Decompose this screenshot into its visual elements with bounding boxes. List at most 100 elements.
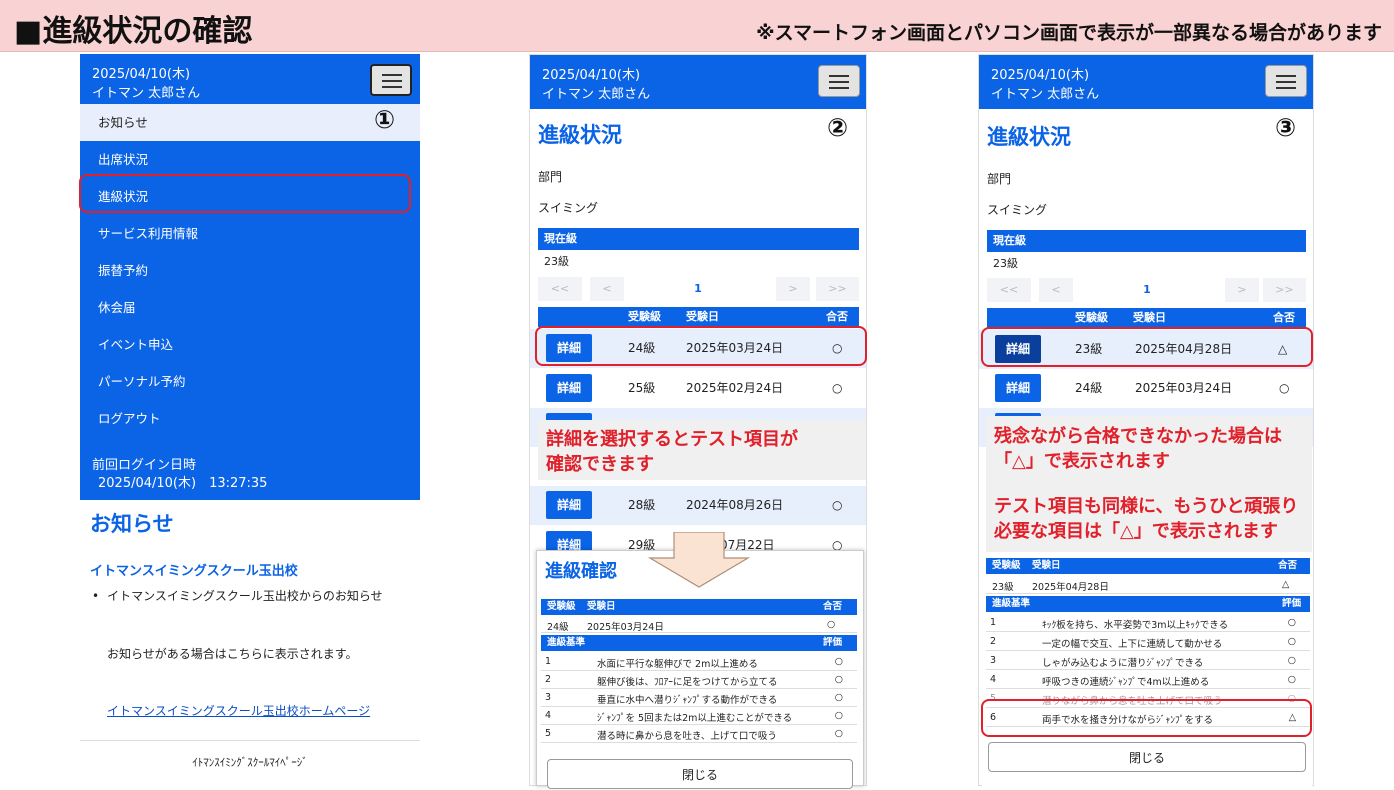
menu-button[interactable] [818, 65, 860, 97]
nav-item-transfer[interactable]: 振替予約 [80, 252, 420, 289]
col-date: 受験日 [686, 310, 719, 323]
criteria-no: 4 [990, 674, 997, 685]
pager-current[interactable]: 1 [1127, 278, 1167, 302]
criteria-eval: ○ [1287, 655, 1296, 666]
pager-first[interactable]: << [538, 277, 582, 301]
table-header: 受験級 受験日 合否 [987, 308, 1306, 328]
news-section: お知らせ イトマンスイミングスクール玉出校 • イトマンスイミングスクール玉出校か… [80, 500, 420, 786]
pager-next[interactable]: > [776, 277, 810, 301]
callout-line: 必要な項目は「△」で表示されます [994, 521, 1278, 542]
criteria-eval: ○ [1287, 674, 1296, 685]
step-badge: ③ [1275, 113, 1297, 142]
pager-next[interactable]: > [1225, 278, 1259, 302]
nav-label: ログアウト [98, 411, 161, 426]
modal-result: △ [1282, 579, 1290, 590]
highlight-progress-nav [79, 174, 411, 213]
header-date: 2025/04/10(木) [542, 68, 641, 83]
row-date: 2025年03月24日 [1135, 381, 1233, 395]
criteria-text: 垂直に水中へ潜りｼﾞｬﾝﾌﾟする動作ができる [597, 695, 778, 706]
step-badge: ② [827, 113, 849, 142]
current-level-value: 23級 [993, 257, 1018, 270]
row-level: 24級 [1075, 381, 1103, 395]
menu-button[interactable] [370, 64, 412, 96]
criteria-row: 2 躯伸び後は、ﾌﾛｱｰに足をつけてから立てる ○ [541, 671, 857, 689]
nav-label: 休会届 [98, 300, 136, 315]
nav-item-event[interactable]: イベント申込 [80, 326, 420, 363]
school-name: イトマンスイミングスクール玉出校 [90, 564, 298, 579]
col-result: 合否 [826, 310, 848, 323]
close-button[interactable]: 閉じる [547, 759, 853, 789]
page-title: ■進級状況の確認 [14, 14, 253, 49]
criteria-eval: ○ [834, 692, 843, 703]
col-level: 受験級 [1075, 311, 1108, 324]
detail-button[interactable]: 詳細 [546, 491, 592, 519]
table-row: 詳細 24級 2025年03月24日 ○ [979, 369, 1313, 408]
callout-line: テスト項目も同様に、もうひと頑張り [994, 496, 1299, 517]
header-user: イトマン 太郎さん [92, 86, 201, 101]
modal-col-date: 受験日 [1032, 560, 1061, 571]
homepage-link[interactable]: イトマンスイミングスクール玉出校ホームページ [107, 702, 370, 719]
app-header: 2025/04/10(木) イトマン 太郎さん [80, 54, 420, 104]
row-result: ○ [1279, 381, 1290, 395]
phone-screen-menu: 2025/04/10(木) イトマン 太郎さん お知らせ ① 出席状況 進級状況… [80, 54, 420, 786]
criteria-row: 1 ｷｯｸ板を持ち、水平姿勢で3m以上ｷｯｸできる ○ [986, 614, 1310, 632]
close-button[interactable]: 閉じる [988, 742, 1306, 772]
last-login-label: 前回ログイン日時 [92, 458, 197, 473]
nav-item-personal[interactable]: パーソナル予約 [80, 363, 420, 400]
modal-col-date: 受験日 [587, 601, 616, 612]
footer-divider [80, 740, 420, 741]
criteria-no: 1 [545, 656, 552, 667]
pager-last[interactable]: >> [816, 277, 859, 301]
detail-button[interactable]: 詳細 [546, 374, 592, 402]
pager-first[interactable]: << [987, 278, 1031, 302]
display-note: ※スマートフォン画面とパソコン画面で表示が一部異なる場合があります [756, 22, 1382, 44]
highlight-criteria-6 [981, 699, 1312, 737]
nav-item-news[interactable]: お知らせ [80, 104, 420, 141]
down-arrow-icon [648, 532, 750, 588]
criteria-list: 1 水面に平行な躯伸びで 2m以上進める ○ 2 躯伸び後は、ﾌﾛｱｰに足をつけてから… [541, 653, 857, 745]
nav-label: イベント申込 [98, 337, 174, 352]
criteria-text: 呼吸つきの連続ｼﾞｬﾝﾌﾟで4m以上進める [1042, 677, 1210, 688]
dept-value: スイミング [538, 201, 599, 215]
col-level: 受験級 [628, 310, 661, 323]
app-header: 2025/04/10(木) イトマン 太郎さん [530, 55, 866, 109]
news-note: お知らせがある場合はこちらに表示されます。 [107, 647, 358, 661]
nav-item-logout[interactable]: ログアウト [80, 400, 420, 437]
pager-current[interactable]: 1 [678, 277, 718, 301]
bullet-text: イトマンスイミングスクール玉出校からのお知らせ [107, 589, 383, 603]
criteria-eval: ○ [834, 674, 843, 685]
criteria-no: 4 [545, 710, 552, 721]
modal-header: 受験級 受験日 合否 [541, 599, 857, 615]
criteria-row: 4 ｼﾞｬﾝﾌﾟを 5回または2m以上進むことができる ○ [541, 707, 857, 725]
criteria-row: 2 一定の幅で交互、上下に連続して動かせる ○ [986, 633, 1310, 651]
nav-item-attendance[interactable]: 出席状況 [80, 141, 420, 178]
nav-label: お知らせ [98, 115, 148, 130]
criteria-row: 1 水面に平行な躯伸びで 2m以上進める ○ [541, 653, 857, 671]
nav-item-service[interactable]: サービス利用情報 [80, 215, 420, 252]
detail-button[interactable]: 詳細 [995, 374, 1041, 402]
criteria-row: 3 垂直に水中へ潜りｼﾞｬﾝﾌﾟする動作ができる ○ [541, 689, 857, 707]
current-level-value: 23級 [544, 255, 569, 268]
menu-button[interactable] [1265, 65, 1307, 97]
dept-value: スイミング [987, 203, 1048, 217]
row-result: ○ [832, 498, 843, 512]
pager: << < 1 > >> [987, 278, 1306, 302]
criteria-row: 4 呼吸つきの連続ｼﾞｬﾝﾌﾟで4m以上進める ○ [986, 671, 1310, 689]
pager-last[interactable]: >> [1263, 278, 1306, 302]
modal-date: 2025年04月28日 [1032, 582, 1109, 593]
criteria-no: 2 [990, 636, 997, 647]
highlight-row-23 [981, 327, 1313, 367]
pager-prev[interactable]: < [590, 277, 624, 301]
progress-title: 進級状況 [538, 123, 622, 147]
table-header: 受験級 受験日 合否 [538, 307, 859, 327]
criteria-text: 躯伸び後は、ﾌﾛｱｰに足をつけてから立てる [597, 677, 778, 688]
row-date: 2024年08月26日 [686, 498, 784, 512]
callout-line [994, 474, 1312, 494]
criteria-eval: ○ [834, 710, 843, 721]
row-date: 2025年02月24日 [686, 381, 784, 395]
modal-header: 受験級 受験日 合否 [986, 558, 1310, 574]
modal-col-level: 受験級 [547, 601, 576, 612]
modal-progress-check: 受験級 受験日 合否 23級 2025年04月28日 △ 進級基準 評価 1 ｷｯ… [982, 556, 1312, 786]
nav-item-leave[interactable]: 休会届 [80, 289, 420, 326]
pager-prev[interactable]: < [1039, 278, 1073, 302]
